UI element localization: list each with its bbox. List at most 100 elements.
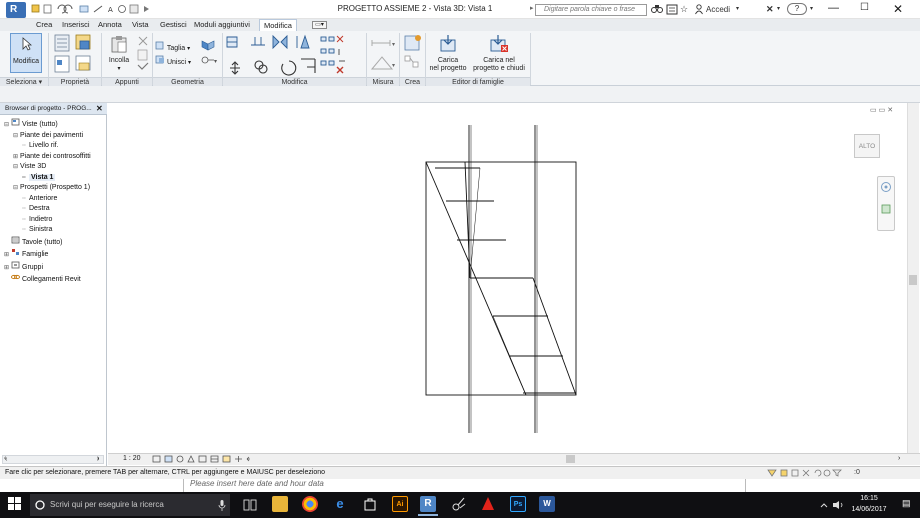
select-panel-label[interactable]: Seleziona ▾ [0,77,48,86]
tab-gestisci[interactable]: Gestisci [156,19,191,31]
browser-scroll-right-arrow[interactable]: › [97,455,99,462]
view-scale[interactable]: 1 : 20 [123,455,141,462]
favorites-star-icon[interactable]: ☆ [680,4,688,15]
tab-vista[interactable]: Vista [128,19,153,31]
tab-crea[interactable]: Crea [32,19,56,31]
acrobat-icon[interactable] [480,496,496,512]
browser-horizontal-scrollbar[interactable]: ‹ › [2,455,104,464]
browser-node-label: Vista 1 [29,173,56,181]
browser-node-famiglie[interactable]: ⊞ Famiglie [4,248,91,261]
expand-icon[interactable]: ⊞ [4,263,11,274]
quick-access-icons[interactable]: A [30,3,230,15]
snipping-tool-icon[interactable] [451,496,467,512]
clock-date[interactable]: 14/06/2017 [846,506,892,513]
expand-icon[interactable]: ⊞ [4,250,11,261]
horizontal-scrollbar-thumb[interactable] [566,455,575,463]
exchange-dropdown-icon[interactable]: ▾ [777,4,780,15]
modify-tools-icons[interactable] [225,33,365,77]
browser-node-tavole-tutto[interactable]: Tavole (tutto) [4,236,91,249]
tab-modifica[interactable]: Modifica [259,19,297,31]
browser-node-gruppi[interactable]: ⊞ Gruppi [4,261,91,274]
maximize-icon[interactable]: ☐ [860,2,869,13]
microphone-icon[interactable] [218,500,226,511]
view-control-icons[interactable] [152,454,262,466]
collapse-icon[interactable]: ⊟ [13,131,20,142]
vertical-scrollbar-thumb[interactable] [909,275,917,285]
help-button[interactable]: ? [787,3,807,15]
chrome-icon[interactable] [302,496,318,512]
browser-node-sinistra[interactable]: ┈ Sinistra [4,225,91,236]
cut-label: Taglia [166,45,186,52]
taskbar-search-box[interactable]: Scrivi qui per eseguire la ricerca [30,494,230,516]
properties-icons[interactable] [54,34,94,74]
task-view-icon[interactable] [243,499,257,511]
paste-button[interactable]: Incolla ▾ [106,33,132,75]
user-icon[interactable] [695,4,703,15]
modify-button[interactable]: Modifica [10,33,42,73]
browser-node-livello-rif[interactable]: ┈ Livello rif. [4,141,91,152]
notification-center-icon[interactable]: ▤ [902,498,911,509]
help-dropdown-icon[interactable]: ▾ [810,4,813,15]
create-icons[interactable] [402,34,424,74]
clock-time[interactable]: 16:15 [854,495,884,502]
browser-close-icon[interactable]: ✕ [96,103,103,115]
search-input[interactable]: Digitare parola chiave o frase [535,4,647,16]
app-menu-button[interactable]: R [6,2,26,18]
browser-node-piante-dei-pavimenti[interactable]: ⊟ Piante dei pavimenti [4,131,91,142]
measure-icons[interactable]: ▾ ▾ [370,37,398,75]
geometry-small-icons[interactable]: ▾ [199,39,219,71]
load-into-project-button[interactable]: Carica nel progetto [428,33,468,75]
tab-annota[interactable]: Annota [94,19,126,31]
viewcube[interactable]: ALTO [854,134,880,158]
cortana-icon [35,500,45,510]
browser-node-piante-dei-controsoffitti[interactable]: ⊞ Piante dei controsoffitti [4,152,91,163]
join-button[interactable]: Unisci ▾ [155,55,191,66]
collapse-icon[interactable]: ⊟ [4,120,11,131]
photoshop-icon[interactable]: Ps [510,496,526,512]
close-icon[interactable]: ✕ [893,2,903,16]
collapse-icon[interactable]: ⊟ [13,183,20,194]
view-window-controls[interactable]: ▭▭✕ [870,106,895,114]
canvas-scroll-right-arrow[interactable]: › [898,455,900,462]
browser-node-anteriore[interactable]: ┈ Anteriore [4,194,91,205]
3d-view-drawing[interactable] [108,103,906,453]
clipboard-small-icons[interactable] [136,35,150,75]
file-explorer-icon[interactable] [272,496,288,512]
tab-inserisci[interactable]: Inserisci [58,19,94,31]
windows-start-icon[interactable] [8,497,22,511]
browser-node-indietro[interactable]: ┈ Indietro [4,215,91,226]
subscription-center-icon[interactable] [666,4,678,15]
revit-icon[interactable]: R [420,496,436,512]
collapse-icon[interactable]: ⊟ [13,162,20,173]
exchange-apps-icon[interactable]: ✕ [766,4,774,15]
geometry-panel-label: Geometria [153,77,222,86]
browser-node-viste-3d[interactable]: ⊟ Viste 3D [4,162,91,173]
word-icon[interactable]: W [539,496,555,512]
create-panel-label: Crea [400,77,425,86]
tab-moduli-aggiuntivi[interactable]: Moduli aggiuntivi [190,19,254,31]
search-expand-icon[interactable]: ▸ [530,4,534,12]
minimize-icon[interactable]: — [828,2,839,14]
browser-scroll-left-arrow[interactable]: ‹ [4,455,6,462]
store-icon[interactable] [362,496,378,512]
quick-access-toolbar[interactable]: A [30,3,230,14]
ribbon-minimize-toggle[interactable]: ▭▾ [312,21,327,29]
load-into-project-and-close-button[interactable]: Carica nel progetto e chiudi [470,33,528,75]
illustrator-icon[interactable]: Ai [392,496,408,512]
sign-in-link[interactable]: Accedi [706,4,730,15]
browser-node-prospetti-prospetto-1[interactable]: ⊟ Prospetti (Prospetto 1) [4,183,91,194]
expand-icon[interactable]: ⊞ [13,152,20,163]
paste-dropdown-icon[interactable]: ▾ [106,65,132,73]
cut-button[interactable]: Taglia ▾ [155,41,190,52]
sign-in-dropdown-icon[interactable]: ▾ [736,4,739,15]
edge-icon[interactable]: e [332,496,348,512]
browser-node-collegamenti-revit[interactable]: Collegamenti Revit [4,273,91,286]
navigation-bar[interactable] [877,176,895,231]
paste-button-label: Incolla [108,57,130,64]
binoculars-icon[interactable] [651,4,663,15]
drawing-area[interactable] [108,103,906,453]
browser-node-vista-1[interactable]: ┈ Vista 1 [4,173,91,184]
browser-node-destra[interactable]: ┈ Destra [4,204,91,215]
navigation-wheel-icon[interactable] [878,177,894,229]
browser-node-viste-tutto[interactable]: ⊟ Viste (tutto) [4,118,91,131]
